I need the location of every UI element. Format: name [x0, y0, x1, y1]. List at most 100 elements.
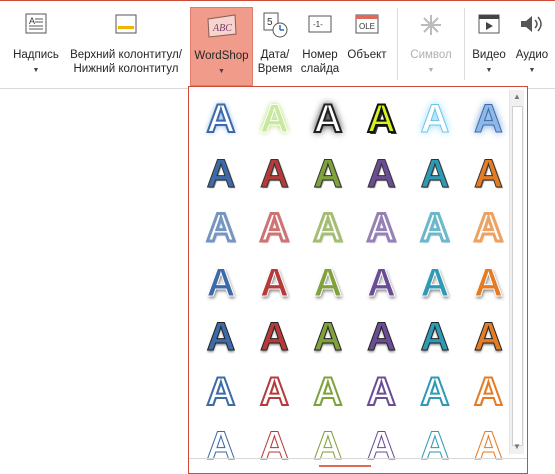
- video-label: Видео: [472, 49, 506, 61]
- wordart-sample-letter: A: [419, 205, 451, 252]
- chevron-down-icon: ▼: [485, 67, 493, 74]
- svg-text:OLE: OLE: [359, 22, 375, 31]
- wordart-sample-letter: A: [420, 97, 450, 142]
- wordart-style-tile[interactable]: A: [359, 369, 405, 415]
- wordart-style-tile[interactable]: A: [198, 369, 244, 415]
- wordart-style-tile[interactable]: A: [466, 369, 512, 415]
- chevron-down-icon: ▼: [427, 67, 435, 74]
- wordart-style-tile[interactable]: A: [466, 205, 512, 252]
- wordart-label: WordShop: [194, 50, 249, 62]
- wordart-style-tile[interactable]: A: [466, 151, 512, 197]
- wordart-style-tile[interactable]: A: [412, 369, 458, 415]
- wordart-sample-letter: A: [313, 369, 344, 415]
- wordart-style-tile[interactable]: A: [198, 96, 244, 142]
- object-button[interactable]: OLE Объект: [344, 7, 390, 83]
- wordart-style-tile[interactable]: A: [305, 260, 351, 306]
- chevron-down-icon: ▼: [32, 67, 40, 74]
- wordart-style-tile[interactable]: A: [305, 151, 351, 197]
- wordart-style-tile[interactable]: A: [305, 205, 351, 252]
- wordart-style-tile[interactable]: A: [359, 151, 405, 197]
- audio-button[interactable]: Аудио ▼: [511, 7, 553, 83]
- wordart-sample-letter: A: [367, 260, 397, 305]
- wordart-style-tile[interactable]: A: [412, 314, 458, 360]
- slide-number-label: Номер слайда: [300, 49, 340, 75]
- wordart-style-tile[interactable]: A: [252, 96, 298, 142]
- wordart-style-tile[interactable]: A: [198, 151, 244, 197]
- wordart-style-tile[interactable]: A: [412, 205, 458, 252]
- symbol-button[interactable]: Символ ▼: [403, 7, 459, 83]
- calendar-clock-icon: 5: [263, 12, 288, 38]
- wordart-style-tile[interactable]: A: [412, 260, 458, 306]
- wordart-style-tile[interactable]: A: [252, 369, 298, 415]
- wordart-sample-letter: A: [206, 96, 237, 142]
- textbox-button[interactable]: A Надпись ▼: [9, 7, 63, 83]
- wordart-icon: ABC: [206, 14, 237, 38]
- wordart-gallery-dropdown: AAAAAAAAAAAAAAAAAAAAAAAAAAAAAAAAAAAAAAAA…: [188, 86, 528, 474]
- wordart-sample-letter: A: [259, 205, 291, 252]
- scroll-up-icon[interactable]: ▲: [510, 90, 524, 104]
- wordart-sample-letter: A: [367, 315, 397, 360]
- date-time-label: Дата/ Время: [257, 49, 293, 75]
- wordart-sample-letter: A: [260, 260, 290, 305]
- textbox-label: Надпись: [13, 49, 59, 61]
- wordart-sample-letter: A: [206, 260, 236, 305]
- wordart-sample-letter: A: [420, 369, 451, 415]
- svg-text:A: A: [29, 16, 35, 26]
- object-icon: OLE: [355, 14, 379, 34]
- wordart-sample-letter: A: [473, 369, 504, 415]
- wordart-sample-letter: A: [366, 205, 398, 252]
- svg-text:5: 5: [267, 17, 273, 28]
- wordart-style-tile[interactable]: A: [252, 151, 298, 197]
- wordart-style-tile[interactable]: A: [305, 96, 351, 142]
- date-time-button[interactable]: 5 Дата/ Время: [254, 7, 296, 83]
- header-footer-button[interactable]: Верхний колонтитул/ Нижний колонтитул ▼: [66, 7, 186, 83]
- wordart-sample-letter: A: [312, 205, 344, 252]
- svg-text:ABC: ABC: [212, 23, 232, 34]
- wordart-style-tile[interactable]: A: [466, 96, 512, 142]
- wordart-sample-letter: A: [474, 260, 504, 305]
- wordart-sample-letter: A: [260, 97, 290, 142]
- wordart-sample-letter: A: [313, 260, 343, 305]
- wordart-style-tile[interactable]: A: [198, 314, 244, 360]
- wordart-sample-letter: A: [260, 315, 290, 360]
- wordart-sample-letter: A: [206, 151, 236, 196]
- wordart-style-tile[interactable]: A: [466, 260, 512, 306]
- wordart-style-tile[interactable]: A: [305, 314, 351, 360]
- wordart-sample-letter: A: [366, 96, 397, 142]
- wordart-sample-letter: A: [473, 205, 505, 252]
- resize-grip[interactable]: [319, 465, 371, 467]
- chevron-down-icon: ▼: [528, 67, 536, 74]
- wordart-style-tile[interactable]: A: [252, 205, 298, 252]
- video-icon: [478, 14, 500, 34]
- gallery-scrollbar[interactable]: ▲ ▼: [509, 90, 524, 454]
- wordart-style-tile[interactable]: A: [252, 260, 298, 306]
- ribbon-top-border: [0, 0, 555, 1]
- object-label: Объект: [347, 49, 387, 61]
- wordart-sample-letter: A: [206, 315, 236, 360]
- wordart-button[interactable]: ABC WordShop ▼: [190, 7, 253, 86]
- wordart-style-tile[interactable]: A: [466, 314, 512, 360]
- wordart-style-tile[interactable]: A: [305, 369, 351, 415]
- scroll-thumb[interactable]: [512, 106, 523, 446]
- wordart-style-tile[interactable]: A: [359, 314, 405, 360]
- audio-icon: [521, 16, 542, 32]
- wordart-sample-letter: A: [420, 315, 450, 360]
- gallery-resize-handle[interactable]: [189, 458, 527, 473]
- wordart-sample-letter: A: [205, 205, 237, 252]
- wordart-style-tile[interactable]: A: [359, 96, 405, 142]
- video-button[interactable]: Видео ▼: [469, 7, 509, 83]
- slide-number-button[interactable]: -1- Номер слайда: [298, 7, 342, 83]
- svg-text:-1-: -1-: [313, 20, 323, 29]
- header-footer-icon: [115, 14, 137, 34]
- wordart-style-tile[interactable]: A: [412, 151, 458, 197]
- wordart-style-tile[interactable]: A: [412, 96, 458, 142]
- wordart-style-tile[interactable]: A: [198, 260, 244, 306]
- wordart-style-tile[interactable]: A: [359, 260, 405, 306]
- wordart-sample-letter: A: [420, 151, 450, 196]
- wordart-style-tile[interactable]: A: [252, 314, 298, 360]
- audio-label: Аудио: [515, 49, 549, 61]
- header-footer-label: Верхний колонтитул/ Нижний колонтитул: [70, 49, 182, 75]
- wordart-style-tile[interactable]: A: [198, 205, 244, 252]
- scroll-down-icon[interactable]: ▼: [510, 440, 524, 454]
- wordart-style-tile[interactable]: A: [359, 205, 405, 252]
